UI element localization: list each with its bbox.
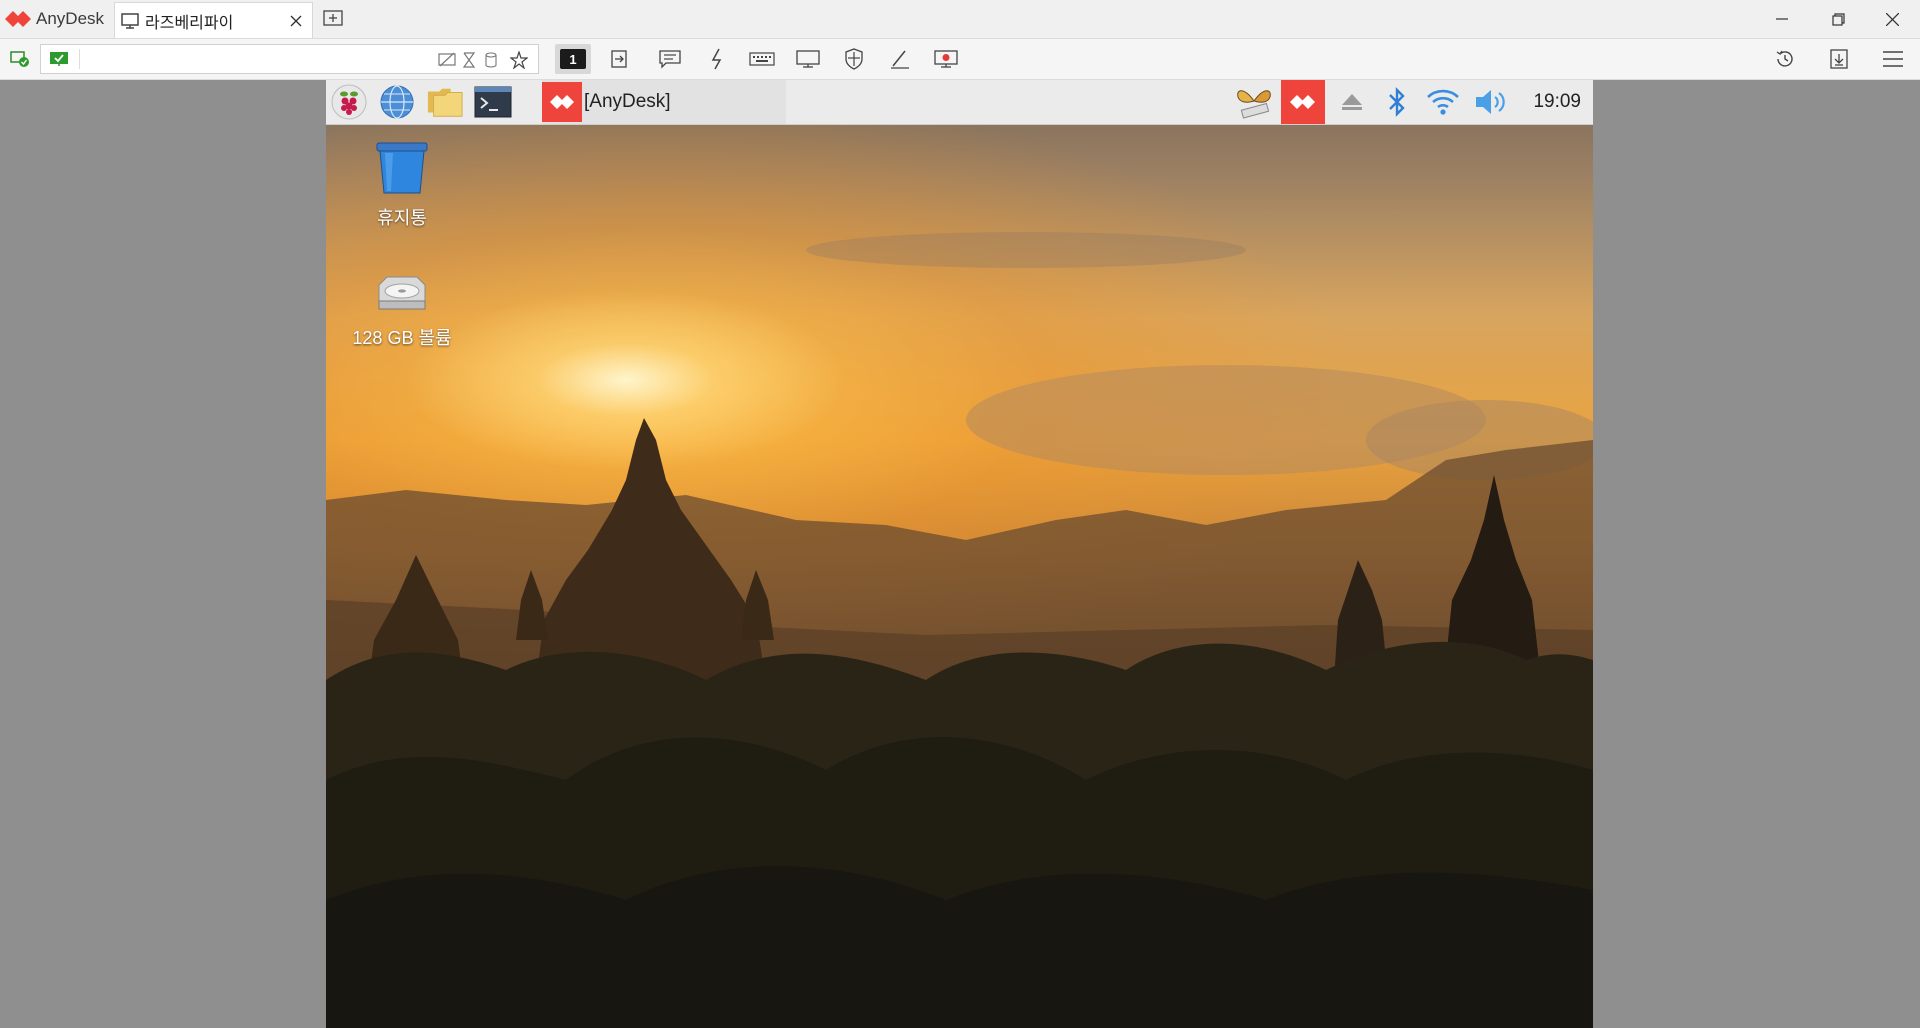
history-icon[interactable] xyxy=(1768,44,1802,74)
app-name: AnyDesk xyxy=(36,9,105,28)
anydesk-icon xyxy=(542,82,582,122)
anydesk-logo-icon xyxy=(0,0,36,38)
actions-lightning-icon[interactable] xyxy=(700,44,734,74)
address-separator xyxy=(79,49,80,69)
volume-icon[interactable] xyxy=(1471,82,1511,122)
title-bar: AnyDesk 라즈베리파이 xyxy=(0,0,1920,39)
file-transfer-icon[interactable] xyxy=(1822,44,1856,74)
restore-icon[interactable] xyxy=(1812,0,1864,38)
verified-monitor-icon xyxy=(49,49,69,69)
trash-bin-icon xyxy=(342,141,462,200)
hourglass-icon[interactable] xyxy=(459,50,479,70)
butterfly-app-icon[interactable] xyxy=(1234,82,1274,122)
chat-icon[interactable] xyxy=(653,44,687,74)
minimize-icon[interactable] xyxy=(1756,0,1808,38)
address-bar xyxy=(40,44,539,74)
remote-taskbar: [AnyDesk] 19:09 xyxy=(326,80,1593,125)
tab-raspberrypi[interactable]: 라즈베리파이 xyxy=(114,2,313,38)
web-browser-icon[interactable] xyxy=(378,84,416,120)
database-icon[interactable] xyxy=(481,50,501,70)
keyboard-icon[interactable] xyxy=(745,44,779,74)
whiteboard-pen-icon[interactable] xyxy=(883,44,917,74)
terminal-icon[interactable] xyxy=(474,84,512,120)
connection-secure-icon[interactable] xyxy=(9,48,31,70)
monitor-number: 1 xyxy=(560,49,586,69)
taskbar-anydesk-window[interactable]: [AnyDesk] xyxy=(542,80,786,124)
taskbar-window-title: [AnyDesk] xyxy=(584,91,671,112)
desktop-icon-label: 휴지통 xyxy=(377,208,427,228)
address-input[interactable] xyxy=(83,49,467,71)
eject-icon[interactable] xyxy=(1332,82,1372,122)
menu-icon[interactable] xyxy=(1876,44,1910,74)
monitor-icon xyxy=(115,12,145,29)
view-only-icon[interactable] xyxy=(437,50,457,70)
record-icon[interactable] xyxy=(929,44,963,74)
switch-sides-icon[interactable] xyxy=(602,44,636,74)
display-icon[interactable] xyxy=(791,44,825,74)
app-brand: AnyDesk xyxy=(0,0,104,38)
new-tab-icon[interactable] xyxy=(322,8,344,30)
wallpaper-image xyxy=(326,232,1593,1028)
monitor-select-button[interactable]: 1 xyxy=(555,44,591,74)
desktop-icon-label: 128 GB 볼륨 xyxy=(352,328,452,348)
permissions-shield-icon[interactable] xyxy=(837,44,871,74)
close-icon[interactable] xyxy=(1866,0,1918,38)
panel-clock[interactable]: 19:09 xyxy=(1533,91,1581,113)
raspberry-menu-icon[interactable] xyxy=(330,84,368,120)
file-manager-icon[interactable] xyxy=(426,84,464,120)
tab-close-icon[interactable] xyxy=(284,9,308,33)
drive-icon xyxy=(342,275,462,320)
desktop-icon-trash[interactable]: 휴지통 xyxy=(342,141,462,230)
tab-label: 라즈베리파이 xyxy=(145,14,234,32)
desktop-icon-volume[interactable]: 128 GB 볼륨 xyxy=(342,275,462,350)
wifi-icon[interactable] xyxy=(1423,82,1463,122)
anydesk-tray-icon[interactable] xyxy=(1281,80,1325,124)
star-icon[interactable] xyxy=(509,50,529,70)
bluetooth-icon[interactable] xyxy=(1377,82,1417,122)
session-toolbar: 1 xyxy=(0,39,1920,80)
remote-desktop-view[interactable]: [AnyDesk] 19:09 휴지통 128 GB 볼륨 xyxy=(326,80,1593,1028)
